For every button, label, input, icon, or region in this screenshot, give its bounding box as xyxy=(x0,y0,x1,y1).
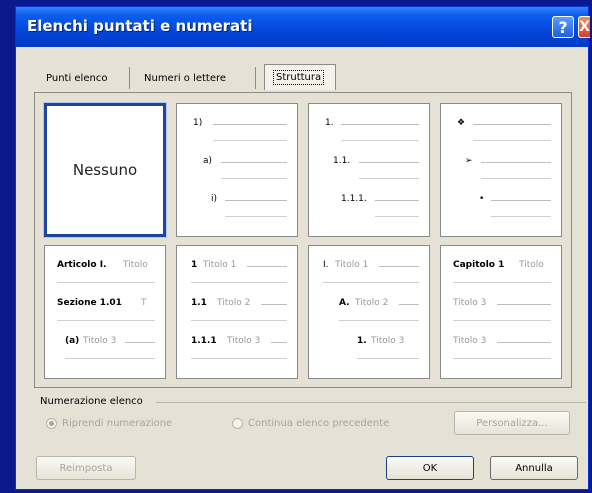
level2-text: Titolo 2 xyxy=(217,298,251,308)
level2-text: T xyxy=(141,298,147,308)
level2-number: A. xyxy=(339,298,350,308)
level2-text: Titolo 3 xyxy=(453,298,487,308)
style-legal-decimal[interactable]: 1 Titolo 1 1.1 Titolo 2 1.1.1 Titolo 3 xyxy=(176,245,298,379)
customize-button[interactable]: Personalizza... xyxy=(454,411,570,435)
help-button[interactable]: ? xyxy=(552,16,574,38)
level3-number: 1.1.1 xyxy=(191,336,217,346)
style-decimal-outline[interactable]: 1. 1.1. 1.1.1. xyxy=(308,103,430,237)
title-bar: Elenchi puntati e numerati ? X xyxy=(16,7,590,47)
style-paren-numbers[interactable]: 1) a) i) xyxy=(176,103,298,237)
level1-number: I. xyxy=(323,260,329,270)
level1-label: 1) xyxy=(193,118,203,128)
bullets-numbering-dialog: Elenchi puntati e numerati ? X Punti ele… xyxy=(15,6,590,490)
level3-text: Titolo 3 xyxy=(371,336,405,346)
close-button[interactable]: X xyxy=(578,16,590,38)
style-symbol-bullets[interactable]: ❖ ➢ • xyxy=(440,103,562,237)
restart-numbering-radio[interactable]: Riprendi numerazione xyxy=(46,418,172,429)
level2-number: Sezione 1.01 xyxy=(57,298,122,308)
level1-text: Titolo xyxy=(123,260,148,270)
level3-label: i) xyxy=(211,194,218,204)
level3-label: 1.1.1. xyxy=(341,194,367,204)
style-none[interactable]: Nessuno xyxy=(43,102,167,238)
style-capitolo[interactable]: Capitolo 1 Titolo Titolo 3 Titolo 3 xyxy=(440,245,562,379)
level2-number: 1.1 xyxy=(191,298,207,308)
level1-label: 1. xyxy=(325,118,334,128)
level1-text: Titolo xyxy=(519,260,544,270)
reset-button[interactable]: Reimposta xyxy=(36,456,136,480)
dialog-title: Elenchi puntati e numerati xyxy=(27,17,253,35)
ok-button[interactable]: OK xyxy=(386,456,474,480)
diamond-bullet-icon: ❖ xyxy=(457,118,466,128)
level3-text: Titolo 3 xyxy=(453,336,487,346)
level1-number: Capitolo 1 xyxy=(453,260,505,270)
numbering-section-label: Numerazione elenco xyxy=(40,396,143,407)
tab-punti-elenco[interactable]: Punti elenco xyxy=(38,67,130,89)
level2-label: a) xyxy=(203,156,213,166)
radio-dot xyxy=(232,418,243,429)
level1-number: Articolo I. xyxy=(57,260,107,270)
level3-text: Titolo 3 xyxy=(83,336,117,346)
dot-bullet-icon: • xyxy=(479,194,485,204)
section-divider xyxy=(156,402,586,403)
level2-text: Titolo 2 xyxy=(355,298,389,308)
style-roman-alpha[interactable]: I. Titolo 1 A. Titolo 2 1. Titolo 3 xyxy=(308,245,430,379)
level1-number: 1 xyxy=(191,260,198,270)
level1-text: Titolo 1 xyxy=(335,260,369,270)
style-gallery: Nessuno 1) a) i) 1. 1.1. 1.1.1. ❖ ➢ • Ar… xyxy=(34,92,572,388)
style-articolo-sezione[interactable]: Articolo I. Titolo Sezione 1.01 T (a) Titol… xyxy=(44,245,166,379)
cancel-button[interactable]: Annulla xyxy=(490,456,578,480)
level2-label: 1.1. xyxy=(333,156,351,166)
arrow-bullet-icon: ➢ xyxy=(465,156,473,166)
none-label: Nessuno xyxy=(72,161,138,179)
level3-number: (a) xyxy=(65,336,80,346)
level1-text: Titolo 1 xyxy=(203,260,237,270)
level3-number: 1. xyxy=(357,336,367,346)
tab-numeri-lettere[interactable]: Numeri o lettere xyxy=(136,67,256,89)
radio-dot xyxy=(46,418,57,429)
continue-list-radio[interactable]: Continua elenco precedente xyxy=(232,418,389,429)
level3-text: Titolo 3 xyxy=(227,336,261,346)
tab-struttura[interactable]: Struttura xyxy=(264,64,336,90)
